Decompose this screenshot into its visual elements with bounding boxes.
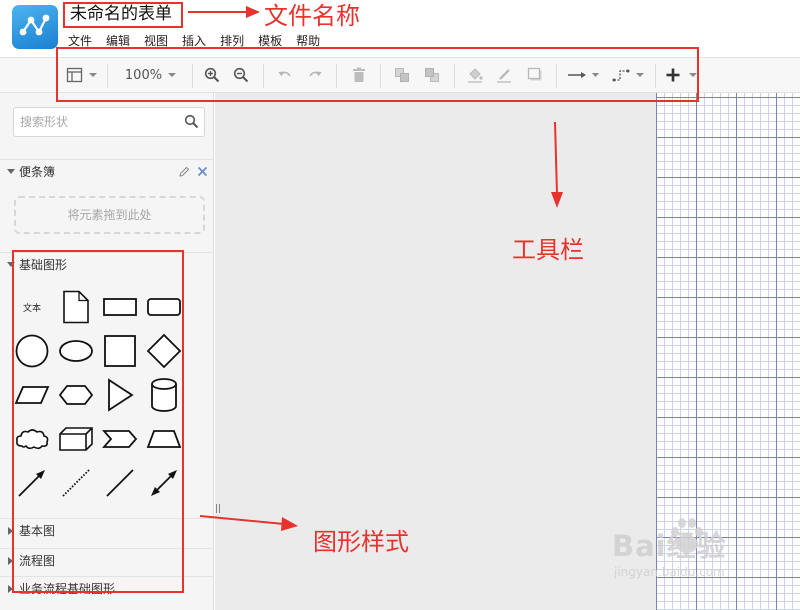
section-scratchpad[interactable]: 便条簿 xyxy=(0,159,213,183)
watermark-url: jingyan.baidu.com xyxy=(614,565,725,579)
shape-search xyxy=(13,107,205,137)
close-icon[interactable] xyxy=(197,166,208,177)
annotation-box-shapes xyxy=(12,250,184,593)
annotation-label-shape-styles: 图形样式 xyxy=(313,528,409,556)
annotation-label-toolbar: 工具栏 xyxy=(512,236,584,264)
scratchpad-drop-zone[interactable]: 将元素拖到此处 xyxy=(14,196,205,234)
watermark-brand: Bai经验 xyxy=(612,529,727,563)
search-input[interactable] xyxy=(20,113,180,131)
share-nodes-icon xyxy=(19,14,50,36)
annotation-label-file-name: 文件名称 xyxy=(264,2,360,30)
section-label: 便条簿 xyxy=(19,165,56,179)
annotation-arrow-down-icon xyxy=(551,122,563,208)
annotation-arrow-right-icon xyxy=(188,6,260,18)
annotation-box-title xyxy=(63,2,183,28)
app-logo[interactable] xyxy=(12,5,58,49)
edit-pencil-icon[interactable] xyxy=(178,166,190,178)
caret-down-icon xyxy=(7,169,15,174)
annotation-arrow-right-icon xyxy=(200,515,298,531)
search-icon[interactable] xyxy=(184,114,199,129)
annotation-box-toolbar xyxy=(56,47,699,102)
baidu-jingyan-watermark: Bai经验 jingyan.baidu.com xyxy=(612,515,772,595)
